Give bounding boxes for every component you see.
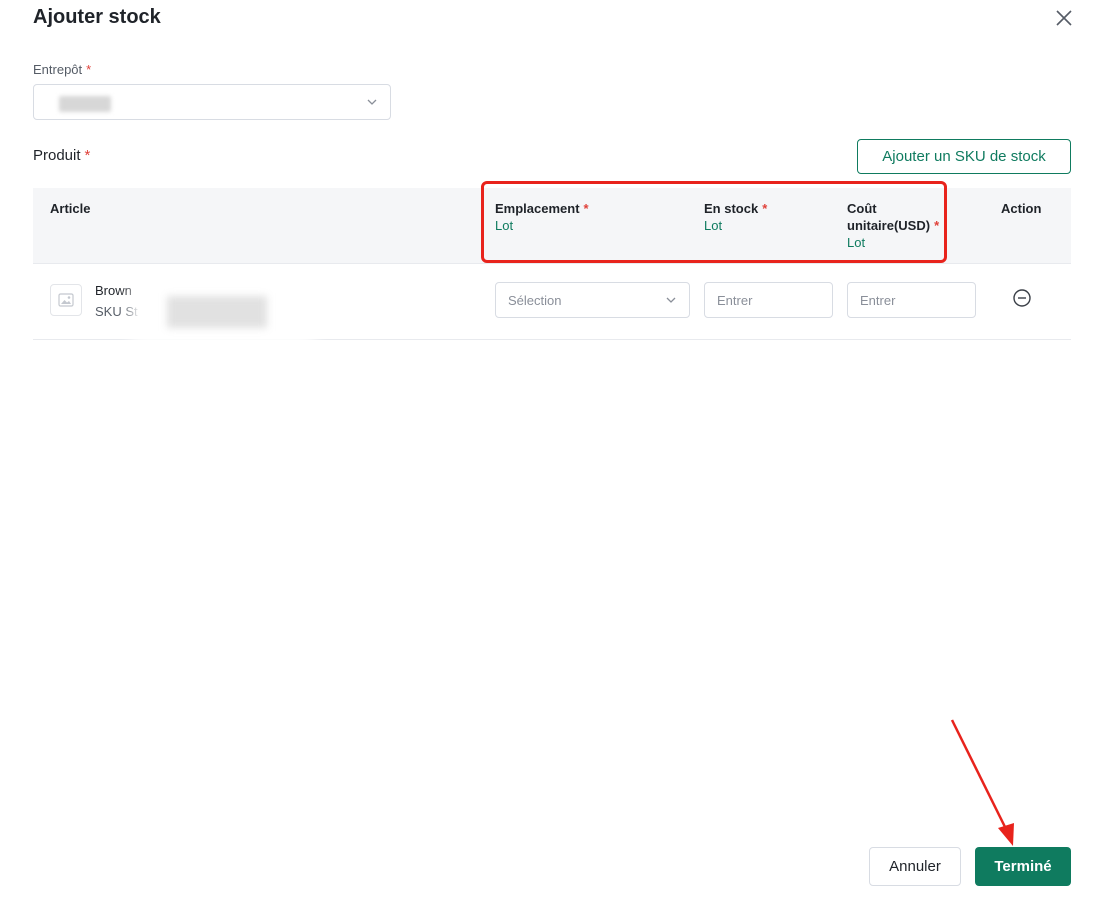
table-row: Brown SKU St Sélection (33, 264, 1071, 340)
redacted-warehouse-value (59, 96, 111, 112)
unit-cost-field[interactable] (847, 282, 976, 318)
required-mark: * (86, 62, 92, 77)
header-article: Article (50, 201, 91, 216)
item-sku: SKU St (95, 304, 138, 319)
unit-cost-input[interactable] (860, 292, 975, 308)
annotation-highlight-box (481, 181, 947, 263)
product-label-text: Produit (33, 147, 81, 164)
image-placeholder-icon (50, 284, 82, 316)
minus-circle-icon[interactable] (1012, 288, 1032, 308)
annotation-arrow (950, 719, 1014, 846)
warehouse-label: Entrepôt * (33, 62, 91, 77)
warehouse-label-text: Entrepôt (33, 62, 83, 77)
cancel-button[interactable]: Annuler (869, 847, 961, 886)
item-name: Brown (95, 283, 132, 298)
required-mark: * (84, 147, 91, 164)
stock-quantity-input[interactable] (717, 292, 832, 308)
redacted-sku-value (143, 294, 303, 334)
header-action: Action (1001, 201, 1042, 216)
done-button[interactable]: Terminé (975, 847, 1071, 886)
redaction-blur (167, 296, 267, 328)
location-select-placeholder: Sélection (508, 292, 562, 308)
chevron-down-icon (666, 297, 676, 303)
location-select[interactable]: Sélection (495, 282, 690, 318)
product-label: Produit * (33, 147, 90, 164)
dialog-title: Ajouter stock (33, 6, 161, 28)
close-icon[interactable] (1054, 8, 1074, 28)
chevron-down-icon (367, 99, 377, 105)
stock-quantity-field[interactable] (704, 282, 833, 318)
warehouse-select[interactable] (33, 84, 391, 120)
add-stock-sku-button[interactable]: Ajouter un SKU de stock (857, 139, 1071, 174)
